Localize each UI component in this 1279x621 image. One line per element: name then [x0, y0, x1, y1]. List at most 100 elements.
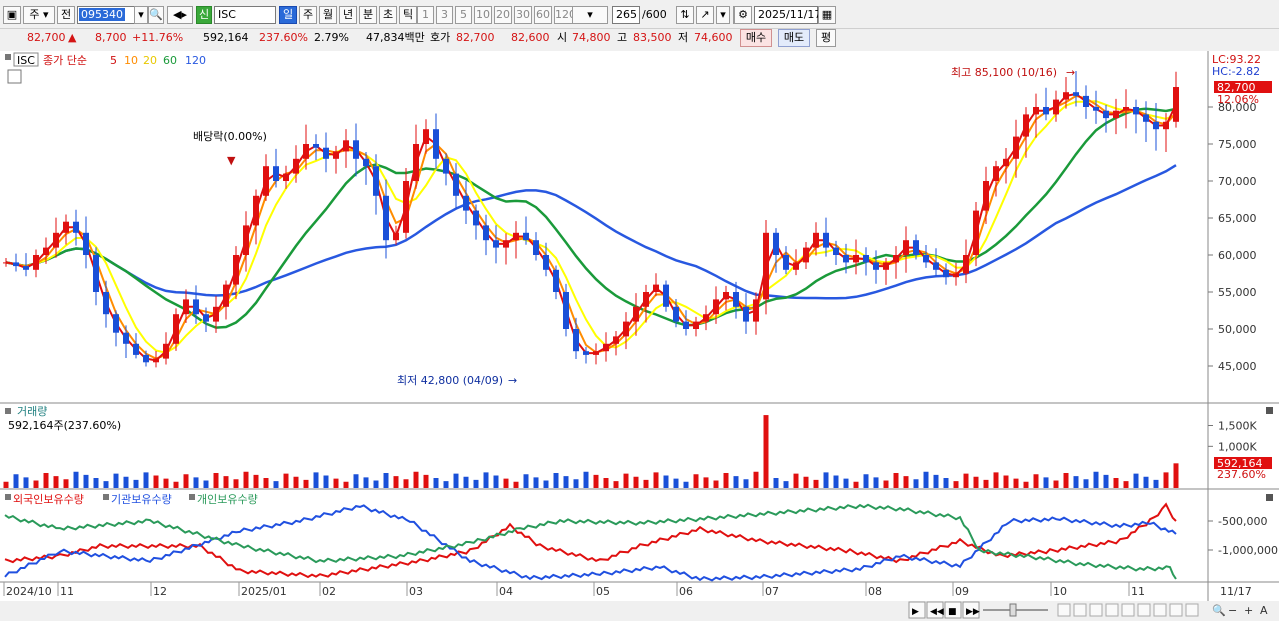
volume-bar [313, 472, 319, 488]
volume-bar [723, 473, 729, 488]
count-field[interactable]: 265 [612, 6, 640, 24]
minute-button-120[interactable]: 120 [554, 6, 576, 24]
volume-bar [263, 478, 269, 488]
candle-body [533, 240, 539, 255]
search-icon: 🔍 [1212, 603, 1226, 617]
sell-button[interactable]: 매도 [778, 29, 810, 47]
x-axis-label: 2025/01 [241, 585, 287, 598]
minute-button-20[interactable]: 20 [494, 6, 512, 24]
x-axis-label: 07 [765, 585, 779, 598]
candle-body [253, 195, 259, 226]
period-button-4[interactable]: 분 [359, 6, 377, 24]
volume-bar [93, 478, 99, 488]
buy-button[interactable]: 매수 [740, 29, 772, 47]
minute-button-5[interactable]: 5 [455, 6, 472, 24]
panel-toggle-icon[interactable] [5, 54, 11, 60]
candle-body [423, 129, 429, 144]
candle-body [1173, 87, 1179, 122]
candle-body [243, 225, 249, 255]
volume-bar [573, 479, 579, 488]
low-arrow-icon: → [508, 374, 517, 387]
minute-dropdown[interactable]: ▾ [572, 6, 608, 24]
bid-price: 82,600 [511, 31, 550, 44]
period-button-0[interactable]: 일 [279, 6, 297, 24]
volume-bar [583, 471, 589, 488]
minute-button-30[interactable]: 30 [514, 6, 532, 24]
code-dropdown-icon[interactable]: ▾ [134, 6, 148, 24]
chart-type-dropdown[interactable]: 주 ▾ [23, 6, 55, 24]
calculator-icon[interactable] [7, 69, 22, 84]
volume-bar [43, 473, 49, 488]
period-button-5[interactable]: 초 [379, 6, 397, 24]
stock-chart[interactable]: 45,000 50,000 55,000 60,000 65,000 70,000 75,0… [0, 51, 1279, 621]
volume-bar [773, 478, 779, 488]
volume-value-label: 592,164주(237.60%) [8, 419, 121, 432]
volume-bar [453, 473, 459, 488]
holdings-close-icon[interactable] [1266, 494, 1273, 501]
candle-body [303, 144, 309, 159]
volume-ratio: 237.60% [259, 31, 308, 44]
candle-body [843, 255, 849, 263]
calendar-icon[interactable]: ▦ [818, 6, 836, 24]
volume-bar [243, 471, 249, 488]
volume-bar [703, 477, 709, 488]
tool-dropdown-icon[interactable]: ▾ [716, 6, 730, 24]
candle-body [703, 314, 709, 322]
period-button-2[interactable]: 월 [319, 6, 337, 24]
volume-bar [423, 474, 429, 488]
volume-bar [13, 474, 19, 488]
volume-bar [3, 481, 9, 488]
gear-icon[interactable]: ⚙ [734, 6, 752, 24]
change-arrow-icon: ▲ [68, 31, 77, 44]
eval-button[interactable]: 평 [816, 29, 836, 47]
volume-bar [743, 479, 749, 488]
candle-body [1053, 99, 1059, 115]
volume-bar [593, 474, 599, 488]
volume-toggle-icon[interactable] [5, 408, 11, 414]
volume-bar [73, 471, 79, 488]
candle-body [53, 232, 59, 248]
open-price: 74,800 [572, 31, 611, 44]
volume-bar [333, 478, 339, 488]
candle-body [943, 269, 949, 278]
period-button-1[interactable]: 주 [299, 6, 317, 24]
candle-body [363, 158, 369, 167]
period-button-6[interactable]: 틱 [399, 6, 417, 24]
volume-bar [783, 481, 789, 488]
volume-bar [1063, 473, 1069, 488]
window-icon[interactable]: ▣ [3, 6, 21, 24]
period-button-3[interactable]: 년 [339, 6, 357, 24]
volume-bar [443, 481, 449, 488]
minute-button-1[interactable]: 1 [417, 6, 434, 24]
drawing-icon[interactable]: ↗ [696, 6, 714, 24]
minute-button-10[interactable]: 10 [474, 6, 492, 24]
volume-bar [883, 480, 889, 488]
volume-bar [1113, 478, 1119, 488]
toolbar-small-icon [1105, 603, 1119, 617]
candle-body [993, 166, 999, 181]
volume-bar [1083, 479, 1089, 488]
holdings-legend-item: 외국인보유수량 [13, 493, 84, 506]
stock-code-field[interactable]: 095340 [77, 6, 135, 24]
indicator-icon[interactable]: ⇅ [676, 6, 694, 24]
date-field[interactable]: 2025/11/17 [754, 6, 821, 24]
speaker-icon[interactable]: ◀▸ [167, 6, 193, 24]
scroll-button-glyph: ▶ [912, 607, 919, 617]
volume-bar [23, 477, 29, 488]
minute-button-3[interactable]: 3 [436, 6, 453, 24]
volume-bar [183, 474, 189, 488]
volume-bar [253, 474, 259, 488]
minute-button-60[interactable]: 60 [534, 6, 552, 24]
volume-bar [1003, 475, 1009, 488]
stock-name-field[interactable]: ISC [214, 6, 276, 24]
volume-bar [153, 475, 159, 488]
stock-code-value: 095340 [79, 8, 125, 21]
candle-body [123, 332, 129, 344]
volume-bar [143, 472, 149, 488]
volume-close-icon[interactable] [1266, 407, 1273, 414]
volume-tick-label: 1,500K [1218, 420, 1257, 433]
prev-button[interactable]: 전 [57, 6, 75, 24]
plus-icon: + [1244, 604, 1253, 617]
volume-bar [693, 474, 699, 488]
search-icon[interactable]: 🔍 [148, 6, 164, 24]
